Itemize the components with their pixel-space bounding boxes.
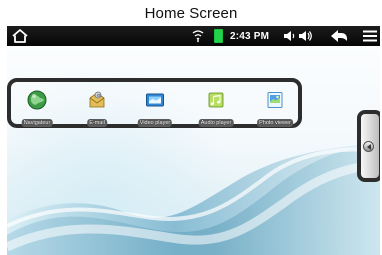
volume-up-icon[interactable] (298, 29, 313, 43)
app-label-audio-player: Audio player (198, 119, 234, 127)
battery-icon (214, 29, 223, 43)
audio-player-icon (208, 92, 224, 108)
app-navigateur[interactable]: Navigateur (12, 89, 62, 127)
video-player-icon (146, 93, 164, 107)
side-panel-handle[interactable] (357, 110, 380, 182)
wallpaper-wave (7, 143, 380, 255)
email-icon: @ (89, 91, 105, 108)
app-label-navigateur: Navigateur (21, 119, 53, 127)
app-label-video-player: Video player (137, 119, 173, 127)
app-label-email: E-mail (87, 119, 107, 127)
globe-icon (27, 90, 47, 110)
status-icons: 2:43 PM (192, 26, 378, 46)
app-audio-player[interactable]: Audio player (191, 89, 241, 127)
back-icon[interactable] (330, 29, 348, 43)
app-label-photo-viewer: Photo viewer (257, 119, 293, 127)
left-arrow-icon (367, 144, 371, 150)
wifi-icon (192, 30, 204, 43)
menu-icon[interactable] (362, 29, 378, 43)
page-title: Home Screen (144, 5, 238, 22)
app-video-player[interactable]: Video player (130, 89, 180, 127)
home-icon[interactable] (11, 28, 29, 44)
volume-down-icon[interactable] (283, 29, 295, 43)
app-photo-viewer[interactable]: Photo viewer (250, 89, 300, 127)
device-screen: 2:43 PM Navigateur @ E-mail Video player… (7, 26, 380, 255)
photo-viewer-icon (267, 92, 283, 108)
clock-time: 2:43 PM (230, 30, 270, 42)
status-bar: 2:43 PM (7, 26, 380, 46)
svg-text:@: @ (97, 93, 101, 98)
app-shortcut-row: Navigateur @ E-mail Video player Audio p… (7, 78, 302, 128)
side-panel-open-button[interactable] (363, 141, 374, 152)
app-email[interactable]: @ E-mail (72, 89, 122, 127)
screenshot-root: Home Screen 2:43 PM Navigateur @ E-mail … (0, 0, 382, 255)
